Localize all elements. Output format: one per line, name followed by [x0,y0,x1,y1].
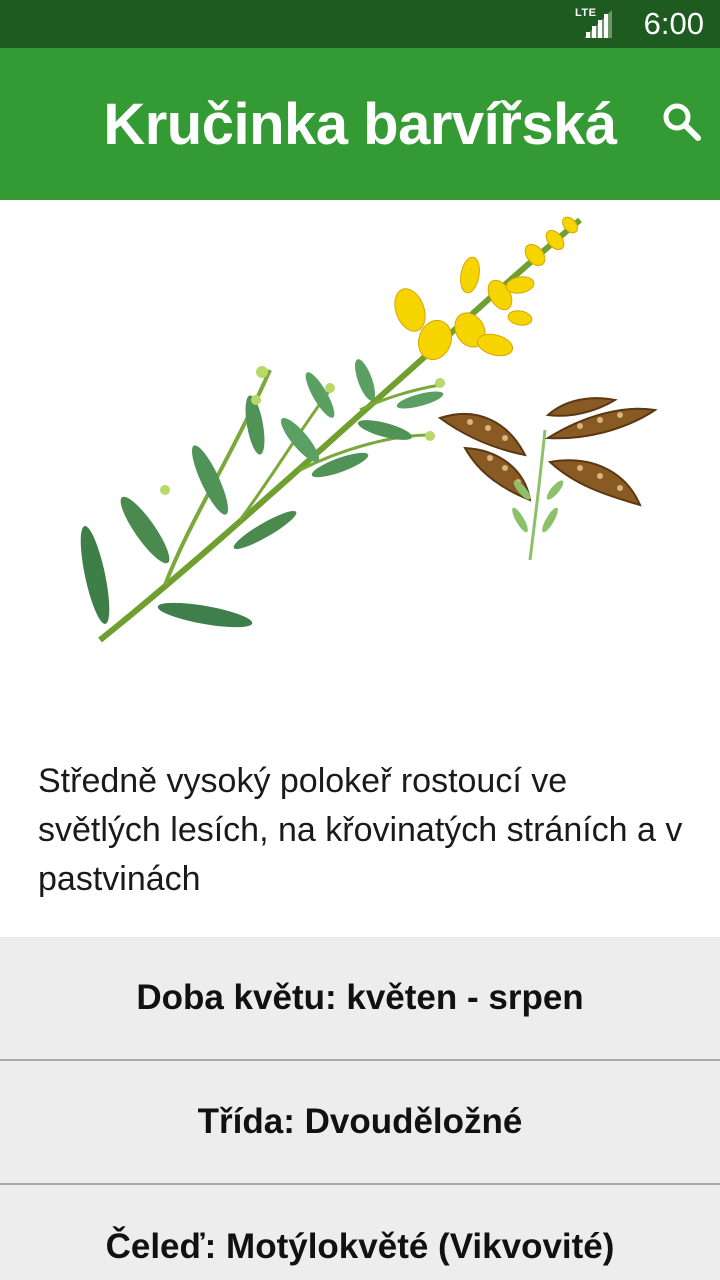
class-text: Třída: Dvouděložné [197,1102,523,1141]
flowering-period-item[interactable]: Doba květu: květen - srpen [0,937,720,1061]
status-bar: LTE 6:00 [0,0,720,48]
family-text: Čeleď: Motýlokvěté (Vikvovité) [105,1227,615,1266]
search-icon[interactable] [660,100,704,144]
info-list: Doba květu: květen - srpen Třída: Dvoudě… [0,937,720,1280]
flowering-period-text: Doba květu: květen - srpen [136,978,584,1017]
class-item[interactable]: Třída: Dvouděložné [0,1061,720,1185]
plant-illustration [80,216,658,643]
plant-description: Středně vysoký polokeř rostoucí ve světl… [38,762,683,898]
family-item[interactable]: Čeleď: Motýlokvěté (Vikvovité) [0,1185,720,1280]
clock: 6:00 [643,6,704,41]
signal-strength-icon [584,10,612,38]
app-bar: Kručinka barvířská [0,48,720,200]
page-title: Kručinka barvířská [103,92,617,157]
